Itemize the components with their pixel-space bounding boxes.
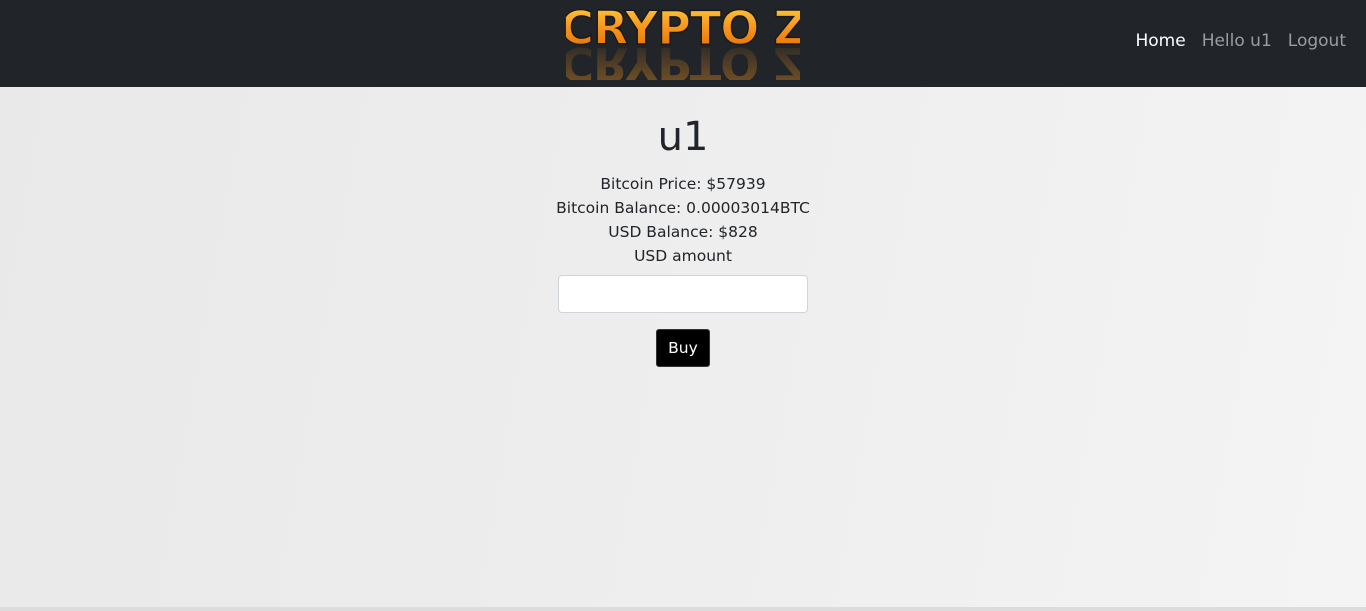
usd-balance: USD Balance: $828: [608, 223, 758, 241]
bitcoin-price: Bitcoin Price: $57939: [600, 175, 766, 193]
page-bottom-edge: [0, 607, 1366, 611]
main-content: u1 Bitcoin Price: $57939 Bitcoin Balance…: [0, 87, 1366, 367]
navbar: CRYPTO Z CRYPTO Z Home Hello u1 Logout: [0, 0, 1366, 87]
crypto-z-logo[interactable]: CRYPTO Z CRYPTO Z: [566, 0, 800, 80]
nav-links: Home Hello u1 Logout: [1135, 31, 1346, 51]
usd-amount-input[interactable]: [558, 275, 808, 313]
buy-button[interactable]: Buy: [656, 329, 710, 367]
account-info: Bitcoin Price: $57939 Bitcoin Balance: 0…: [0, 172, 1366, 268]
nav-logout-link[interactable]: Logout: [1288, 31, 1346, 51]
bitcoin-balance: Bitcoin Balance: 0.00003014BTC: [556, 199, 810, 217]
logo-reflection: CRYPTO Z: [566, 37, 800, 80]
usd-amount-label: USD amount: [634, 247, 732, 265]
nav-user-link[interactable]: Hello u1: [1202, 31, 1272, 51]
username-heading: u1: [657, 114, 709, 160]
nav-home-link[interactable]: Home: [1135, 31, 1185, 51]
